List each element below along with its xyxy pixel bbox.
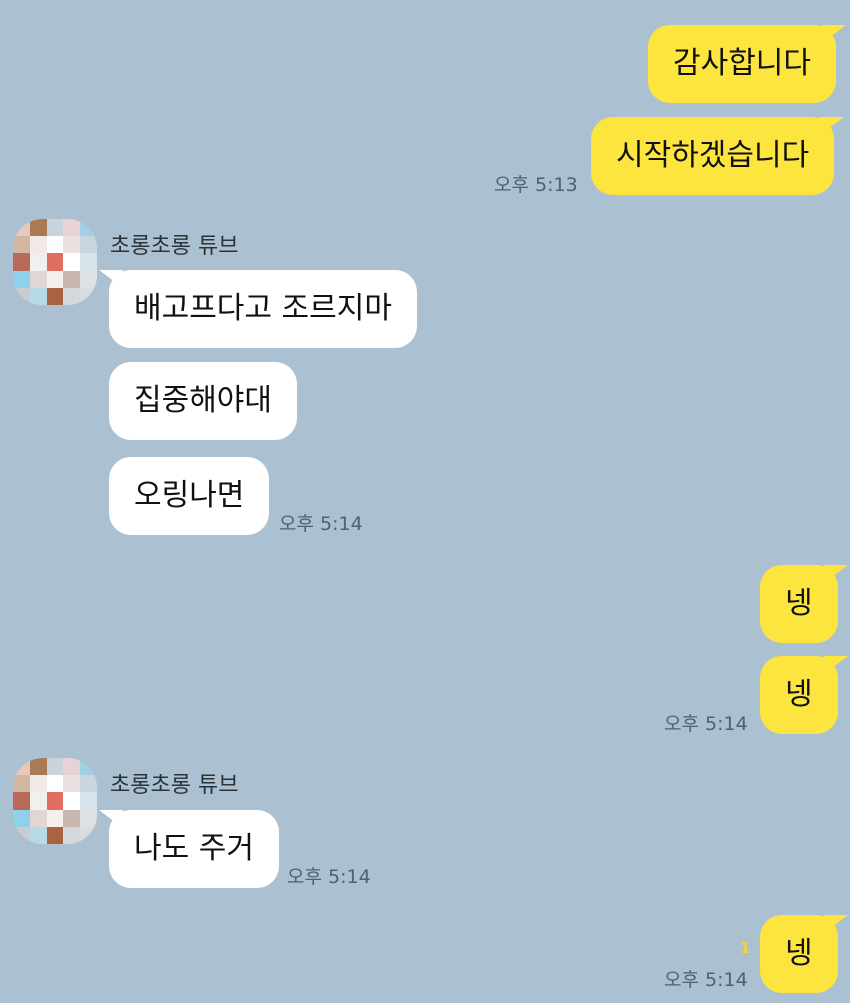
message-text: 감사합니다 — [673, 46, 811, 81]
avatar-pixel — [13, 270, 30, 288]
avatar-pixel — [13, 792, 30, 810]
avatar-pixel — [80, 758, 97, 776]
bubble-tail — [823, 915, 848, 933]
avatar-pixel — [29, 809, 47, 827]
avatar-pixel — [80, 219, 97, 237]
avatar-pixel — [63, 270, 81, 288]
avatar-pixel — [46, 775, 64, 793]
avatar-pixel — [46, 270, 64, 288]
their-message-bubble[interactable]: 배고프다고 조르지마 — [99, 270, 417, 348]
message-text: 넹 — [785, 586, 813, 621]
avatar-pixel — [13, 775, 30, 793]
message-text: 넹 — [785, 677, 813, 712]
avatar-pixel — [13, 236, 30, 254]
avatar-pixel — [13, 253, 30, 271]
bubble-tail — [823, 656, 848, 674]
avatar-pixel — [80, 809, 97, 827]
avatar-pixel — [63, 775, 81, 793]
avatar-pixel — [46, 236, 64, 254]
my-message-bubble[interactable]: 넹 — [760, 565, 848, 643]
message-timestamp: 오후 5:14 — [279, 513, 363, 535]
avatar-pixel — [63, 253, 81, 271]
avatar-pixel — [46, 758, 64, 776]
avatar-pixel — [13, 219, 30, 237]
avatar-pixel — [13, 758, 30, 776]
sender-name: 초롱초롱 튜브 — [110, 773, 239, 798]
avatar-pixel — [63, 826, 81, 844]
avatar-pixel — [80, 270, 97, 288]
avatar-pixel — [80, 236, 97, 254]
avatar-pixel — [29, 253, 47, 271]
avatar-pixel — [80, 253, 97, 271]
avatar-pixel — [46, 792, 64, 810]
message-timestamp: 오후 5:14 — [664, 969, 748, 991]
sender-avatar[interactable] — [13, 219, 97, 305]
message-timestamp: 오후 5:13 — [494, 174, 578, 196]
avatar-pixel — [80, 826, 97, 844]
avatar-pixel — [29, 287, 47, 305]
bubble-tail — [822, 25, 846, 43]
message-text: 집중해야대 — [134, 383, 272, 418]
bubble-tail — [823, 565, 848, 583]
my-message-bubble[interactable]: 감사합니다 — [648, 25, 846, 103]
message-text: 나도 주거 — [134, 831, 254, 866]
avatar-pixel — [29, 758, 47, 776]
avatar-pixel — [63, 219, 81, 237]
avatar-pixel — [63, 809, 81, 827]
avatar-pixel — [29, 775, 47, 793]
message-text: 오링나면 — [134, 478, 245, 513]
avatar-pixel — [80, 792, 97, 810]
message-text: 넹 — [785, 936, 813, 971]
bubble-tail — [820, 117, 845, 135]
my-message-bubble[interactable]: 시작하겠습니다 — [591, 117, 845, 195]
avatar-pixel — [46, 219, 64, 237]
message-timestamp: 오후 5:14 — [287, 866, 371, 888]
avatar-pixel — [46, 287, 64, 305]
unread-count: 1 — [740, 939, 751, 957]
avatar-pixel — [63, 236, 81, 254]
their-message-bubble[interactable]: 집중해야대 — [109, 362, 297, 440]
message-text: 시작하겠습니다 — [616, 138, 810, 173]
avatar-pixel — [63, 758, 81, 776]
avatar-pixel — [29, 270, 47, 288]
sender-name: 초롱초롱 튜브 — [110, 234, 239, 259]
bubble-tail — [99, 270, 123, 288]
avatar-pixel — [63, 792, 81, 810]
message-text: 배고프다고 조르지마 — [134, 291, 392, 326]
avatar-pixel — [13, 826, 30, 844]
my-message-bubble[interactable]: 넹 — [760, 915, 848, 993]
avatar-pixel — [29, 826, 47, 844]
avatar-pixel — [13, 809, 30, 827]
avatar-pixel — [80, 287, 97, 305]
my-message-bubble[interactable]: 넹 — [760, 656, 848, 734]
avatar-pixel — [29, 219, 47, 237]
their-message-bubble[interactable]: 나도 주거 — [99, 810, 279, 888]
avatar-pixel — [46, 826, 64, 844]
avatar-pixel — [13, 287, 30, 305]
message-timestamp: 오후 5:14 — [664, 713, 748, 735]
avatar-pixel — [29, 236, 47, 254]
sender-avatar[interactable] — [13, 758, 97, 844]
avatar-pixel — [46, 809, 64, 827]
avatar-pixel — [29, 792, 47, 810]
avatar-pixel — [63, 287, 81, 305]
their-message-bubble[interactable]: 오링나면 — [109, 457, 270, 535]
avatar-pixel — [80, 775, 97, 793]
avatar-pixel — [46, 253, 64, 271]
bubble-tail — [99, 810, 123, 828]
